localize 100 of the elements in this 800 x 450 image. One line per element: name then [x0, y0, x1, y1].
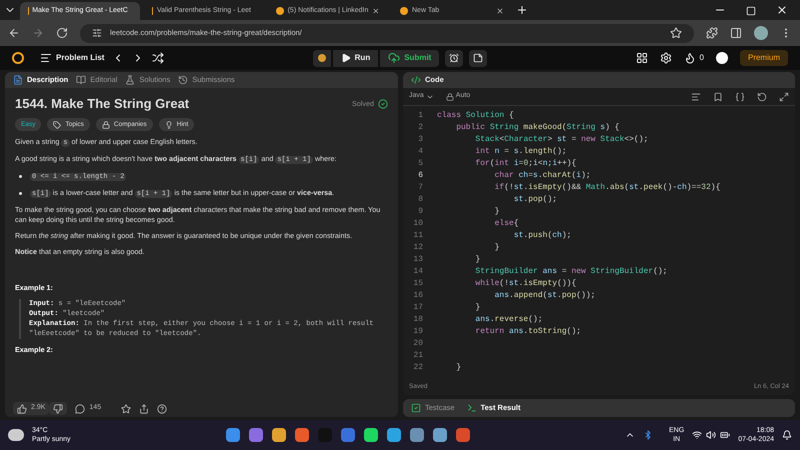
premium-button[interactable]: Premium [740, 50, 788, 66]
line-number: 11 [412, 230, 424, 242]
terminal-icon [466, 403, 477, 413]
line-number: 6 [417, 170, 424, 182]
code-line: else{ [494, 218, 519, 230]
line-number: 14 [412, 266, 424, 278]
code-line: } [455, 362, 462, 374]
star-icon[interactable] [121, 404, 132, 414]
debug-button[interactable] [312, 50, 331, 66]
app-icon[interactable] [226, 428, 240, 442]
bookmark-icon[interactable] [713, 92, 723, 102]
close-window-icon[interactable] [776, 4, 788, 16]
dislike-button[interactable] [49, 402, 68, 415]
problem-list-link[interactable]: Problem List [56, 52, 104, 64]
code-line: if(!st.isEmpty()&& Math.abs(st.peek()-ch)==32){ [494, 182, 720, 194]
code-line: for(int i=0;i<n;i++){ [474, 158, 576, 170]
list-icon[interactable] [40, 52, 52, 64]
line-number: 3 [417, 134, 424, 146]
bluetooth-icon[interactable] [643, 430, 654, 440]
logo-icon[interactable] [12, 52, 24, 64]
line-number: 21 [412, 350, 424, 362]
tab-icon [125, 75, 136, 85]
checkbox-icon [411, 403, 421, 413]
flame-icon[interactable] [684, 52, 696, 64]
braces-icon[interactable] [735, 92, 745, 102]
forward-icon[interactable] [32, 27, 44, 39]
expand-icon[interactable] [779, 92, 789, 102]
code-line: } [474, 254, 480, 266]
app-icon[interactable] [294, 428, 309, 442]
check-icon [378, 99, 388, 109]
tab-icon [13, 75, 23, 85]
thumbs-down-icon [53, 404, 64, 414]
line-number: 10 [412, 218, 424, 230]
run-button[interactable]: Run [332, 50, 378, 66]
code-line: } [494, 206, 500, 218]
code-line: } [494, 242, 500, 254]
code-line: StringBuilder ans = new StringBuilder(); [474, 266, 668, 278]
maximize-icon[interactable] [746, 6, 756, 16]
code-line: ans.append(st.pop()); [494, 290, 596, 302]
app-icon[interactable] [410, 428, 424, 442]
code-line: ans.reverse(); [474, 314, 543, 326]
weather-icon[interactable] [8, 429, 24, 441]
line-number: 22 [412, 362, 424, 374]
back-icon[interactable] [8, 27, 20, 39]
line-number: 12 [412, 242, 424, 254]
notes-button[interactable] [469, 50, 488, 66]
help-icon[interactable] [157, 404, 168, 414]
app-icon[interactable] [432, 428, 447, 442]
reload-icon[interactable] [56, 27, 68, 39]
line-number: 7 [417, 182, 424, 194]
user-avatar[interactable] [716, 52, 728, 64]
line-number: 15 [412, 278, 424, 290]
alarm-clock-icon [449, 53, 460, 63]
code-line: st.pop(); [512, 194, 558, 206]
format-icon[interactable] [691, 92, 701, 102]
settings-icon[interactable] [660, 52, 672, 64]
app-icon[interactable] [272, 428, 286, 442]
app-icon[interactable] [248, 428, 263, 442]
profile-avatar[interactable] [754, 26, 768, 40]
extensions-icon[interactable] [706, 27, 718, 39]
app-icon[interactable] [340, 428, 355, 442]
favicon-icon [400, 7, 408, 15]
line-number: 13 [412, 254, 424, 266]
code-icon [411, 75, 421, 85]
alarm-button[interactable] [445, 50, 464, 66]
submit-button[interactable]: Submit [380, 50, 440, 66]
lock-icon [446, 92, 454, 100]
code-line: return ans.toString(); [474, 326, 582, 338]
line-number: 4 [417, 146, 424, 158]
line-number: 17 [412, 302, 424, 314]
bug-icon [318, 54, 326, 62]
notification-icon[interactable] [782, 430, 792, 440]
reset-icon[interactable] [757, 92, 767, 102]
bookmark-icon[interactable] [670, 27, 682, 39]
code-line: class Solution { [436, 110, 514, 122]
volume-icon[interactable] [706, 430, 716, 440]
tag-icon [53, 120, 62, 128]
line-number: 1 [417, 110, 424, 122]
app-icon[interactable] [386, 428, 401, 442]
wifi-icon[interactable] [692, 430, 702, 440]
code-line: Stack<Character> st = new Stack<>(); [474, 134, 648, 146]
share-icon[interactable] [139, 404, 150, 414]
play-icon [340, 53, 351, 63]
site-info-icon[interactable] [92, 28, 102, 38]
app-icon[interactable] [456, 428, 470, 442]
line-number: 8 [417, 194, 424, 206]
layout-icon[interactable] [636, 52, 648, 64]
line-number: 16 [412, 290, 424, 302]
battery-icon[interactable] [720, 430, 730, 440]
line-number: 19 [412, 326, 424, 338]
code-line: char ch=s.charAt(i); [494, 170, 591, 182]
lightbulb-icon [164, 120, 173, 128]
line-number: 5 [417, 158, 424, 170]
side-panel-icon[interactable] [730, 27, 742, 39]
shuffle-icon[interactable] [152, 52, 164, 64]
upload-icon [388, 52, 400, 64]
new-tab-icon[interactable] [516, 4, 528, 16]
app-icon[interactable] [364, 428, 378, 442]
code-line: st.push(ch); [512, 230, 572, 242]
line-number: 20 [412, 338, 424, 350]
